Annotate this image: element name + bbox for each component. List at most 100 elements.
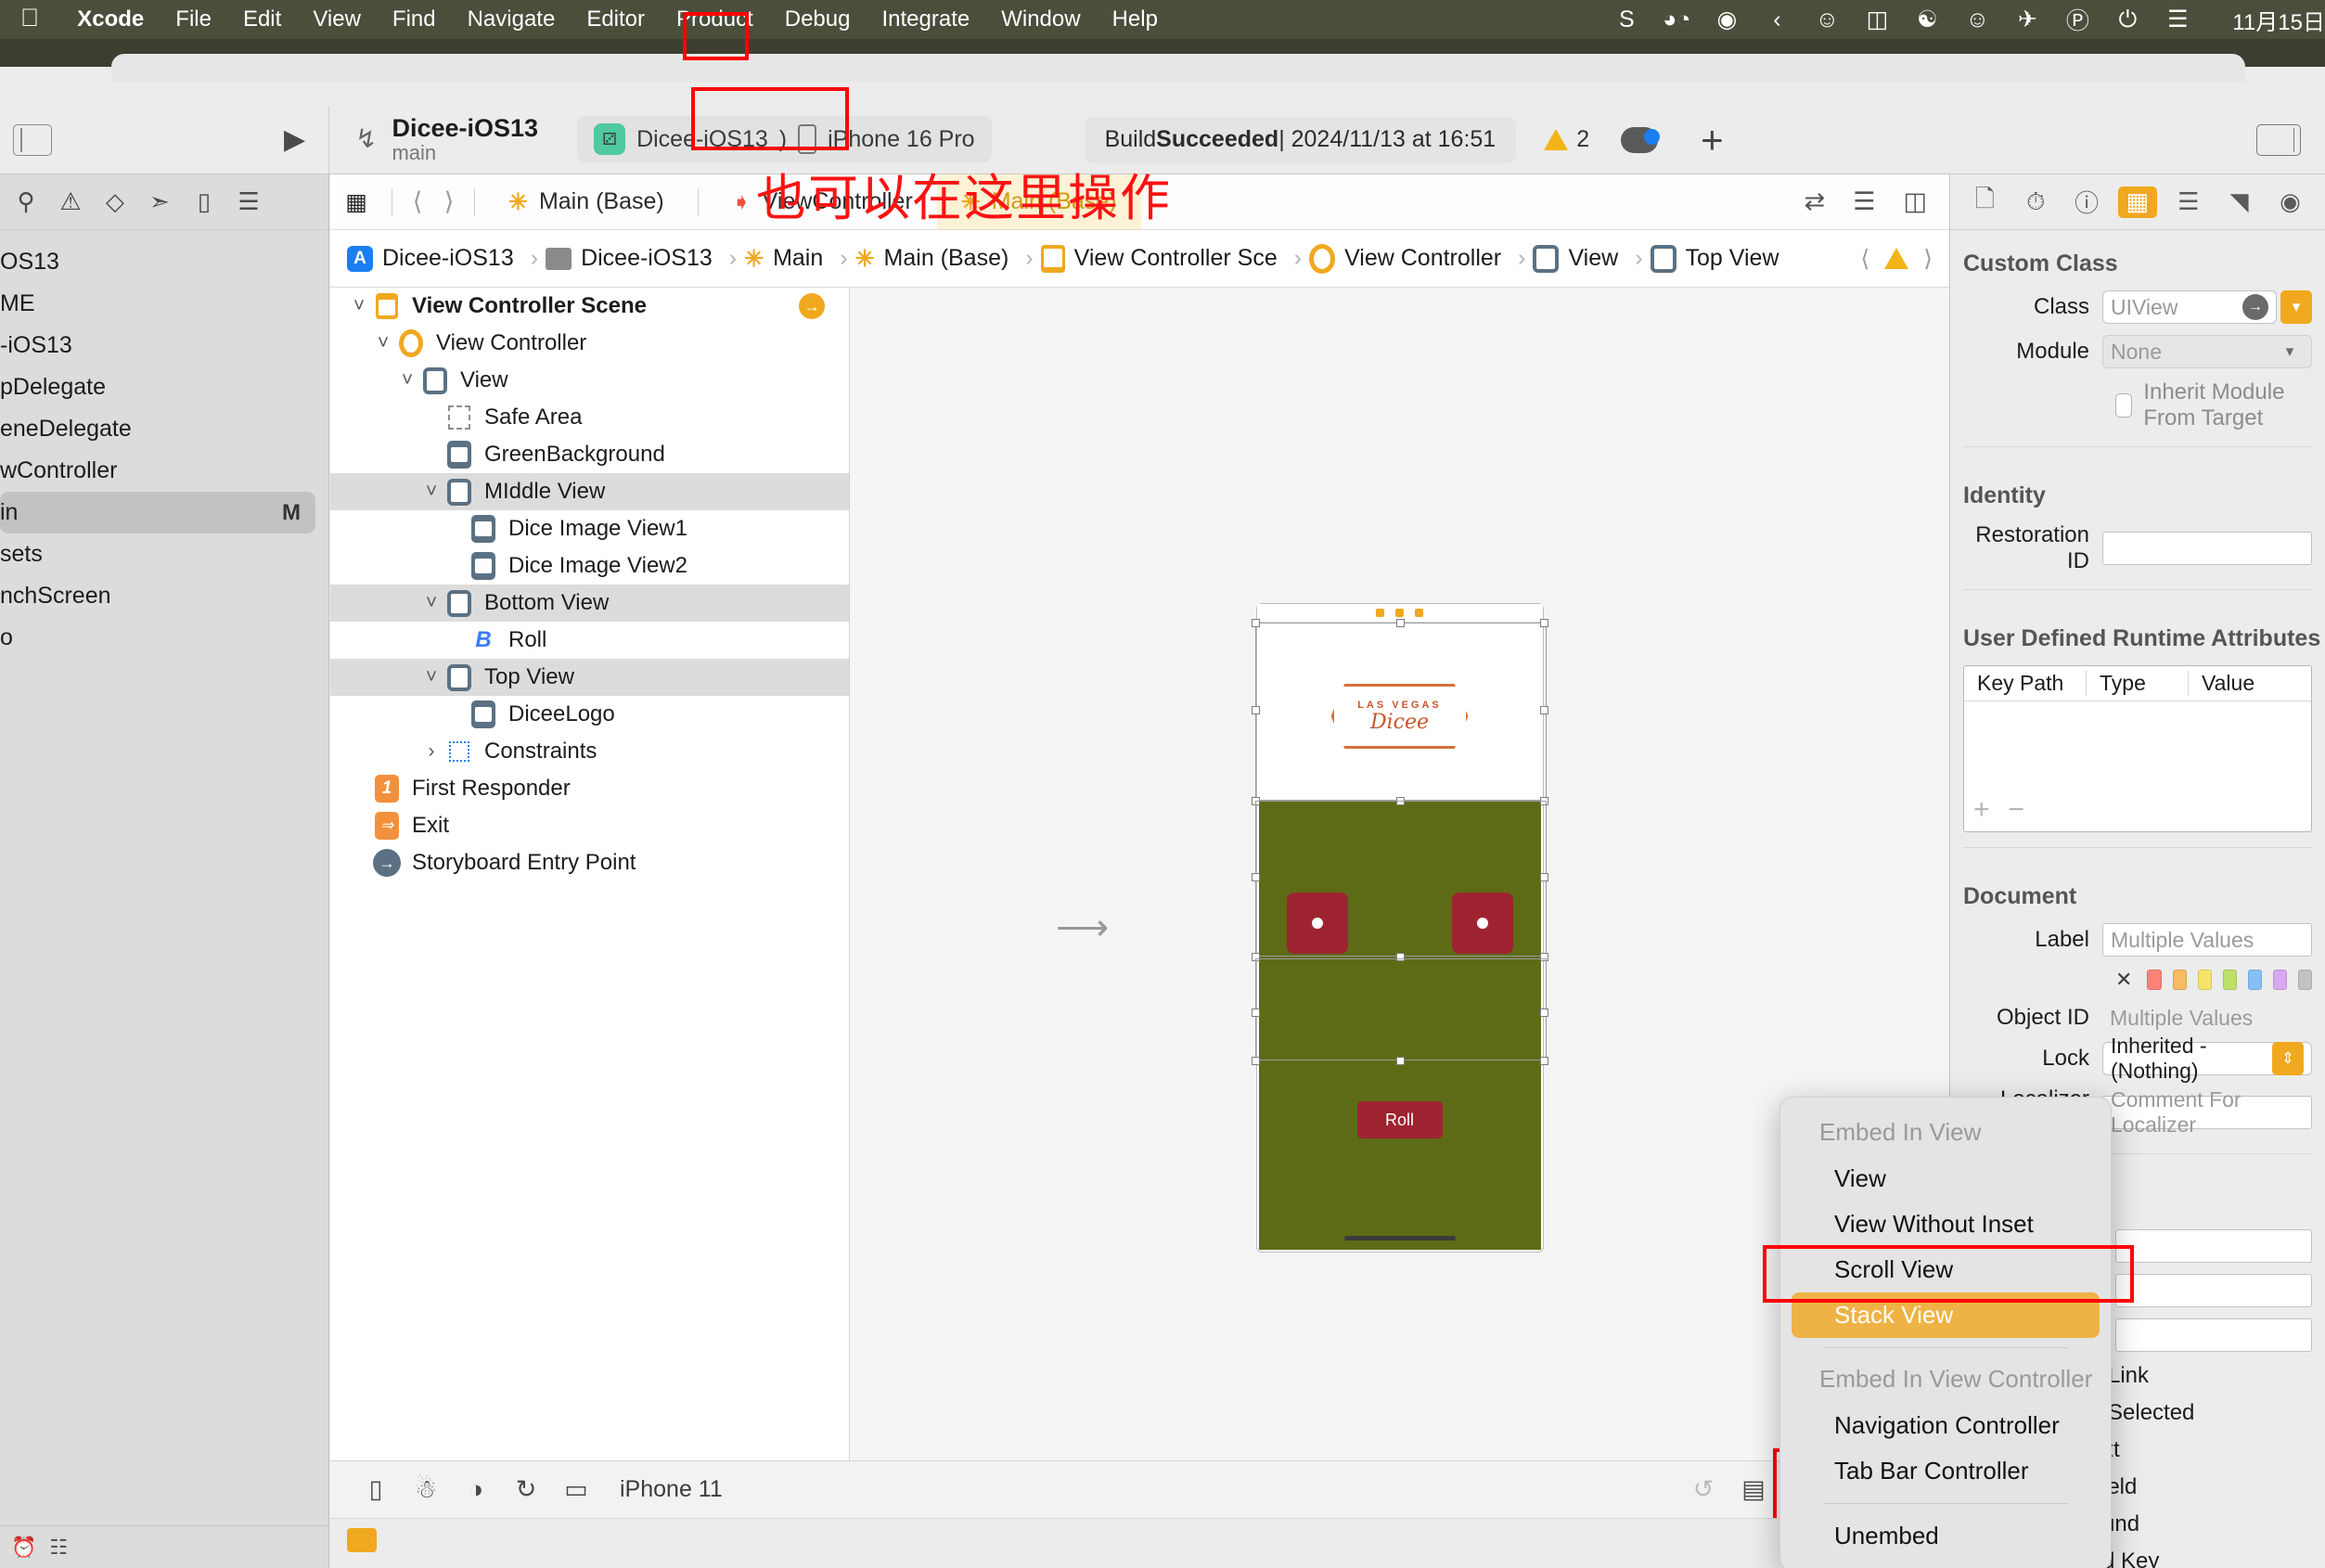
align-icon[interactable]: ▤ xyxy=(1728,1475,1779,1504)
attributes-inspector-tab[interactable]: ☰ xyxy=(2169,186,2208,218)
menu-item-window[interactable]: Window xyxy=(985,6,1096,32)
menu-item-scroll-view[interactable]: Scroll View xyxy=(1780,1247,2111,1292)
screen-mirror-icon[interactable]: ◫ xyxy=(1852,6,1902,33)
list-item[interactable]: eneDelegate xyxy=(0,408,328,450)
disclosure-icon[interactable]: ˅ xyxy=(395,369,419,392)
control-center-icon[interactable]: ☰ xyxy=(2152,6,2203,33)
warning-indicator[interactable]: 2 xyxy=(1544,126,1589,153)
inspector-toggle-button[interactable] xyxy=(2256,123,2301,156)
run-button[interactable]: ▶ xyxy=(284,123,305,156)
list-item[interactable]: ME xyxy=(0,283,328,325)
connections-inspector-tab[interactable]: ◉ xyxy=(2270,186,2309,218)
inherit-module-row[interactable]: Inherit Module From Target xyxy=(2115,379,2325,431)
bookmark-icon[interactable]: ◕◔ xyxy=(1651,6,1702,33)
disclosure-icon[interactable]: › xyxy=(419,740,443,763)
s-app-icon[interactable]: S xyxy=(1601,6,1651,33)
breadcrumb-item-main-base[interactable]: ✳ Main (Base) xyxy=(855,245,1019,273)
disclosure-icon[interactable]: ˅ xyxy=(347,295,371,317)
tag-icon[interactable]: ▯ xyxy=(182,187,226,216)
column-key-path[interactable]: Key Path xyxy=(1964,671,2087,696)
forward-icon[interactable]: ⟩ xyxy=(433,187,465,216)
list-item-selected[interactable]: in M xyxy=(0,492,315,533)
menu-item-debug[interactable]: Debug xyxy=(769,6,867,32)
swatch-purple[interactable] xyxy=(2272,970,2287,990)
menu-item-editor[interactable]: Editor xyxy=(571,6,661,32)
diamond-icon[interactable]: ◇ xyxy=(93,187,137,216)
orientation-icon[interactable]: ↻ xyxy=(501,1475,551,1504)
wechat-icon[interactable]: ☺ xyxy=(1952,6,2002,33)
outline-row-diceelogo[interactable]: DiceeLogo xyxy=(330,696,849,733)
lines-icon[interactable]: ☰ xyxy=(1853,187,1875,216)
menu-item-integrate[interactable]: Integrate xyxy=(866,6,985,32)
outline-row-roll[interactable]: B Roll xyxy=(330,622,849,659)
breadcrumb-item-project[interactable]: A Dicee-iOS13 xyxy=(347,245,523,272)
accessibility-input-3[interactable] xyxy=(2115,1318,2312,1352)
module-dropdown-icon[interactable]: ▾ xyxy=(2276,335,2304,368)
outline-row-storyboard-entry-point[interactable]: → Storyboard Entry Point xyxy=(330,844,849,881)
outline-row-top-view[interactable]: ˅ Top View xyxy=(330,659,849,696)
runtime-attributes-table[interactable]: Key Path Type Value + − xyxy=(1963,665,2312,832)
p-circle-icon[interactable]: Ⓟ xyxy=(2052,3,2102,36)
list-item[interactable]: sets xyxy=(0,533,328,575)
column-value[interactable]: Value xyxy=(2189,671,2254,696)
roll-button-preview[interactable]: Roll xyxy=(1356,1101,1443,1138)
swatch-green[interactable] xyxy=(2222,970,2237,990)
disclosure-icon[interactable]: ˅ xyxy=(419,592,443,614)
build-status[interactable]: Build Succeeded | 2024/11/13 at 16:51 xyxy=(1084,116,1517,163)
appearance-icon[interactable]: ◑ xyxy=(451,1475,501,1504)
trait-clipped-1[interactable]: xt xyxy=(2102,1437,2312,1463)
menu-item-help[interactable]: Help xyxy=(1097,6,1174,32)
breadcrumb-item-viewcontroller[interactable]: View Controller xyxy=(1309,243,1510,274)
menu-item-xcode[interactable]: Xcode xyxy=(61,6,160,32)
menu-item-navigation-controller[interactable]: Navigation Controller xyxy=(1780,1403,2111,1448)
navigator-toggle-button[interactable] xyxy=(13,123,52,156)
disclosure-icon[interactable]: ˅ xyxy=(419,666,443,688)
swatch-orange[interactable] xyxy=(2172,970,2187,990)
compare-icon[interactable]: ⇄ xyxy=(1805,187,1826,216)
wing-icon[interactable]: ✈ xyxy=(2002,6,2052,33)
restoration-id-input[interactable] xyxy=(2102,532,2312,565)
identity-inspector-tab[interactable]: ▦ xyxy=(2117,186,2157,218)
size-inspector-tab[interactable]: ◥ xyxy=(2220,186,2259,218)
list-item[interactable]: nchScreen xyxy=(0,575,328,617)
apple-logo-icon[interactable]:  xyxy=(20,5,39,31)
menu-item-view[interactable]: View xyxy=(1780,1156,2111,1202)
search-icon[interactable]: ⚲ xyxy=(4,187,48,216)
menu-item-stack-view[interactable]: Stack View xyxy=(1792,1292,2100,1338)
list-item[interactable]: -iOS13 xyxy=(0,325,328,366)
recent-icon[interactable]: ⏰ xyxy=(11,1536,36,1560)
accessibility-input-2[interactable] xyxy=(2115,1274,2312,1307)
list-item[interactable]: pDelegate xyxy=(0,366,328,408)
breadcrumb-item-view[interactable]: View xyxy=(1533,244,1627,273)
outline-row-view[interactable]: ˅ View xyxy=(330,362,849,399)
chevron-left-icon[interactable]: ‹ xyxy=(1752,6,1802,33)
trait-clipped-2[interactable]: ield xyxy=(2102,1474,2312,1500)
localizer-hint-input[interactable]: Comment For Localizer xyxy=(2102,1087,2312,1137)
breadcrumb-item-top-view[interactable]: Top View xyxy=(1650,244,1789,273)
disclosure-icon[interactable]: ˅ xyxy=(371,332,395,354)
menu-item-product[interactable]: Product xyxy=(661,6,769,32)
add-button[interactable]: + xyxy=(1701,120,1724,159)
list-item[interactable]: wController xyxy=(0,450,328,492)
menu-item-tab-bar-controller[interactable]: Tab Bar Controller xyxy=(1780,1448,2111,1494)
scheme-selector[interactable]: ⚂ Dicee-iOS13 ) iPhone 16 Pro xyxy=(577,116,992,163)
disclosure-icon[interactable]: ˅ xyxy=(419,481,443,503)
outline-row-exit[interactable]: ⇒ Exit xyxy=(330,807,849,844)
outline-row-dice-image-view2[interactable]: Dice Image View2 xyxy=(330,547,849,585)
trait-clipped-4[interactable]: d Key xyxy=(2102,1549,2312,1568)
editor-options-icon[interactable]: ▦ xyxy=(330,188,382,216)
cloud-status-icon[interactable] xyxy=(1621,126,1661,153)
chevron-right-icon[interactable]: ⟩ xyxy=(1923,245,1933,273)
warning-icon[interactable] xyxy=(1884,248,1909,269)
device-preview[interactable]: LAS VEGAS Dicee Roll xyxy=(1251,603,1548,1253)
inherit-module-checkbox[interactable] xyxy=(2115,393,2133,418)
menu-item-find[interactable]: Find xyxy=(377,6,452,32)
warning-icon[interactable]: ⚠ xyxy=(48,187,93,216)
breadcrumb-item-main[interactable]: ✳ Main xyxy=(744,245,832,273)
lock-stepper-icon[interactable]: ⇕ xyxy=(2272,1042,2304,1075)
outline-row-safe-area[interactable]: Safe Area xyxy=(330,399,849,436)
list-item[interactable]: OS13 xyxy=(0,241,328,283)
device-name[interactable]: iPhone 11 xyxy=(620,1476,723,1503)
outline-row-constraints[interactable]: › Constraints xyxy=(330,733,849,770)
outline-row-viewcontroller[interactable]: ˅ View Controller xyxy=(330,325,849,362)
